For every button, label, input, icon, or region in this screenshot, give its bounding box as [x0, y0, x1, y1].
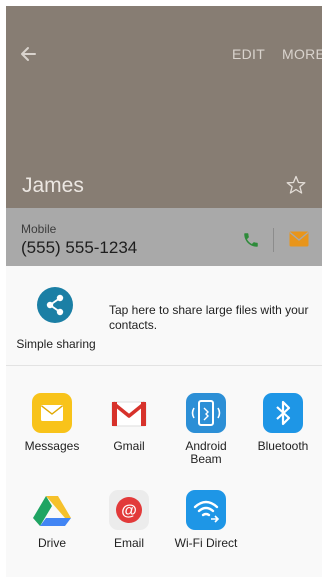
- contact-screen: EDIT MORE James Mobile (555) 555-1234 Si…: [6, 6, 322, 577]
- drive-icon: [32, 490, 72, 530]
- share-app-wifi-direct[interactable]: Wi-Fi Direct: [168, 490, 244, 552]
- share-app-android-beam[interactable]: Android Beam: [168, 393, 244, 466]
- bluetooth-icon: [263, 393, 303, 433]
- message-icon[interactable]: [289, 231, 309, 247]
- phone-number-row: Mobile (555) 555-1234: [6, 208, 322, 266]
- edit-button[interactable]: EDIT: [232, 46, 265, 62]
- favorite-star-icon[interactable]: [286, 175, 306, 195]
- share-app-label: Messages: [24, 439, 80, 453]
- phone-type-label: Mobile: [21, 222, 57, 236]
- share-app-gmail[interactable]: Gmail: [91, 393, 167, 463]
- share-sheet: Simple sharing Tap here to share large f…: [6, 266, 322, 577]
- simple-sharing-description: Tap here to share large files with your …: [109, 303, 309, 332]
- contact-name: James: [22, 174, 84, 197]
- share-app-bluetooth[interactable]: Bluetooth: [245, 393, 321, 463]
- phone-number[interactable]: (555) 555-1234: [21, 238, 137, 258]
- share-app-label: Gmail: [113, 439, 145, 453]
- share-app-label: Email: [113, 536, 144, 550]
- share-app-email[interactable]: @ Email: [91, 490, 167, 552]
- contact-header: EDIT MORE James: [6, 6, 322, 208]
- share-app-label: Wi-Fi Direct: [174, 536, 238, 550]
- wifi-direct-icon: [186, 490, 226, 530]
- back-arrow-icon[interactable]: [18, 44, 38, 64]
- simple-sharing-icon: [37, 287, 73, 323]
- simple-sharing-option[interactable]: Simple sharing Tap here to share large f…: [6, 266, 322, 364]
- email-icon: @: [109, 490, 149, 530]
- svg-text:@: @: [121, 503, 137, 520]
- share-app-messages[interactable]: Messages: [14, 393, 90, 463]
- messages-icon: [32, 393, 72, 433]
- share-app-label: Drive: [37, 536, 66, 550]
- share-app-label: Bluetooth: [257, 439, 309, 453]
- gmail-icon: [109, 393, 149, 433]
- row-divider: [273, 228, 274, 252]
- android-beam-icon: [186, 393, 226, 433]
- phone-call-icon[interactable]: [242, 231, 260, 249]
- share-app-label: Android Beam: [185, 439, 227, 466]
- sheet-divider: [6, 365, 322, 366]
- share-app-drive[interactable]: Drive: [14, 490, 90, 552]
- more-button[interactable]: MORE: [282, 46, 322, 62]
- simple-sharing-label: Simple sharing: [16, 337, 96, 351]
